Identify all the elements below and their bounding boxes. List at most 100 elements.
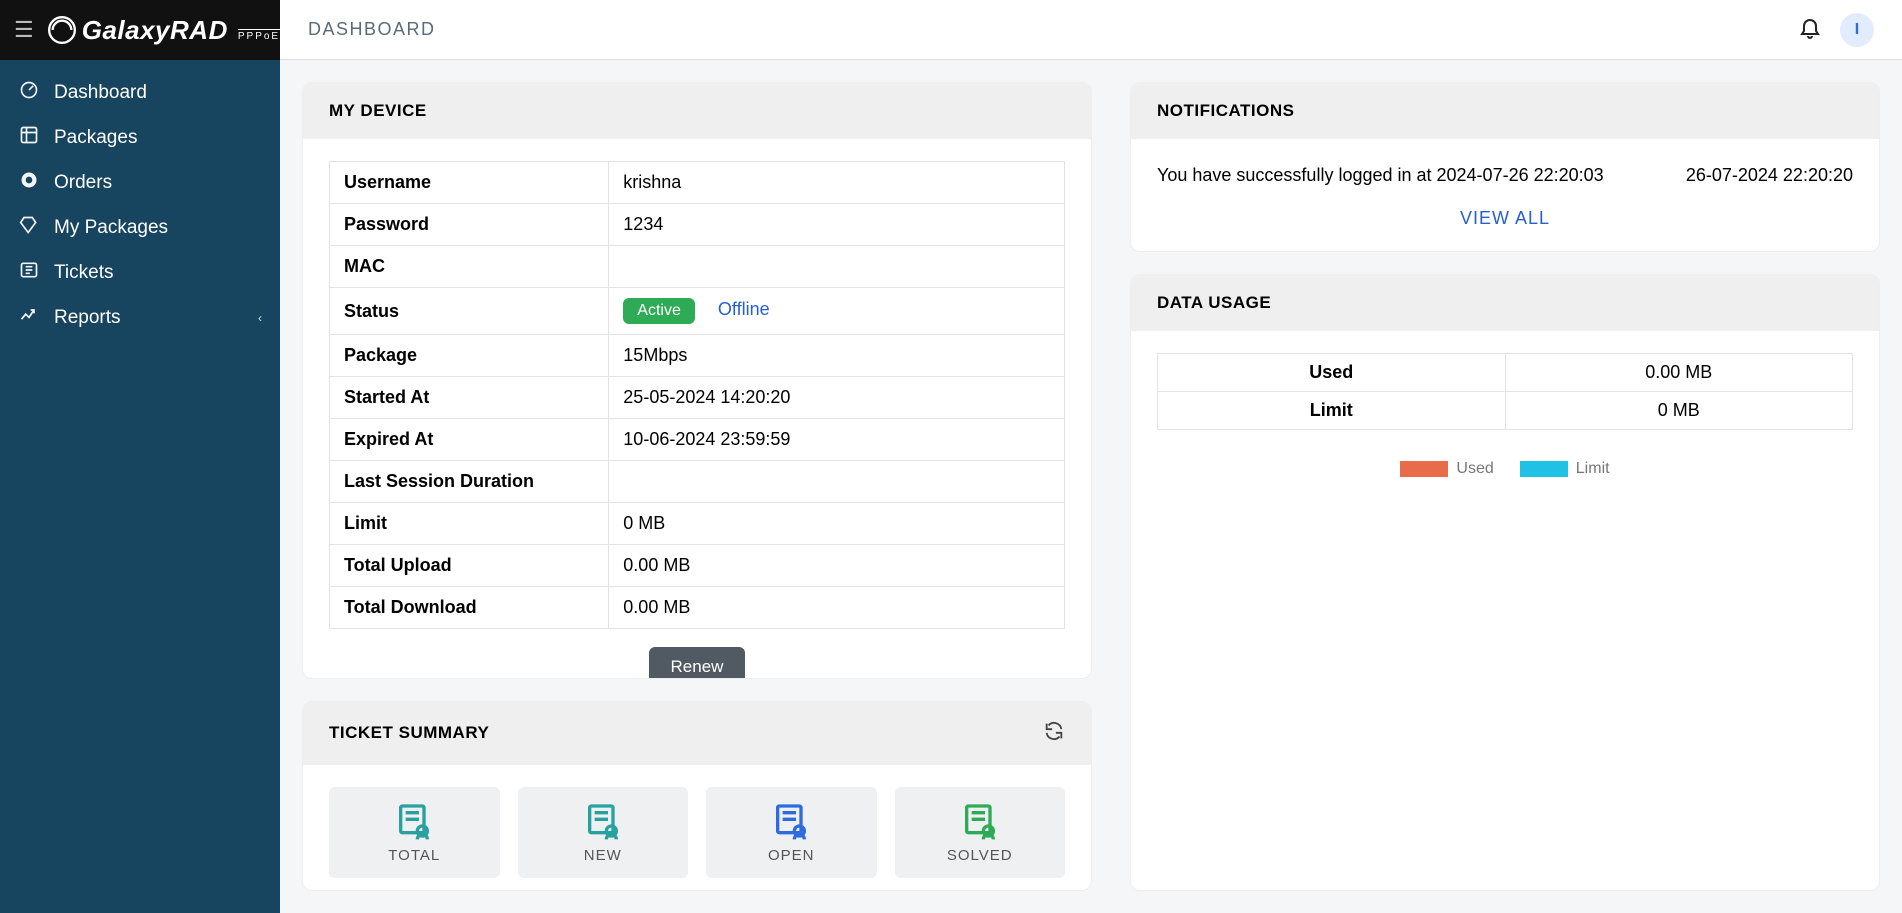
card-title: MY DEVICE bbox=[329, 101, 427, 121]
card-title: DATA USAGE bbox=[1157, 293, 1271, 313]
ticket-tile-label: TOTAL bbox=[388, 847, 440, 864]
card-title: TICKET SUMMARY bbox=[329, 723, 489, 743]
legend-label: Used bbox=[1456, 460, 1493, 478]
sidebar-item-reports[interactable]: Reports ‹ bbox=[0, 295, 280, 340]
card-data-usage: DATA USAGE Used0.00 MB Limit0 MB Used bbox=[1130, 274, 1880, 891]
device-row-value: 0.00 MB bbox=[609, 545, 1065, 587]
topbar-right: I bbox=[1798, 13, 1874, 47]
card-header-notifications: NOTIFICATIONS bbox=[1131, 83, 1879, 139]
chart-icon bbox=[18, 305, 40, 330]
left-column: MY DEVICE Usernamekrishna Password1234 M… bbox=[302, 82, 1092, 891]
usage-row-value: 0 MB bbox=[1505, 392, 1853, 430]
device-row-label: Password bbox=[330, 204, 609, 246]
ticket-icon bbox=[18, 260, 40, 285]
ticket-tile-label: NEW bbox=[584, 847, 622, 864]
sidebar-item-packages[interactable]: Packages bbox=[0, 115, 280, 160]
notification-time: 26-07-2024 22:20:20 bbox=[1686, 165, 1853, 186]
sidebar-item-label: Packages bbox=[54, 127, 137, 149]
usage-table: Used0.00 MB Limit0 MB bbox=[1157, 353, 1853, 430]
bell-icon[interactable] bbox=[1798, 15, 1822, 45]
offline-link[interactable]: Offline bbox=[718, 299, 770, 319]
swatch-used bbox=[1400, 461, 1448, 477]
device-row-label: Expired At bbox=[330, 419, 609, 461]
renew-button[interactable]: Renew bbox=[649, 647, 746, 679]
card-notifications: NOTIFICATIONS You have successfully logg… bbox=[1130, 82, 1880, 252]
brand-bar: ☰ GalaxyRAD PPPoE bbox=[0, 0, 280, 60]
document-user-icon bbox=[394, 801, 434, 841]
device-row-value-status: Active Offline bbox=[609, 288, 1065, 335]
avatar-initial: I bbox=[1855, 21, 1859, 39]
ticket-tile-open[interactable]: OPEN bbox=[706, 787, 877, 878]
sidebar-nav: Dashboard Packages Orders My Packages Ti… bbox=[0, 60, 280, 340]
logo-text: GalaxyRAD bbox=[82, 15, 228, 46]
ticket-tile-new[interactable]: NEW bbox=[518, 787, 689, 878]
main: DASHBOARD I MY DEVICE Usernamekrishna Pa… bbox=[280, 0, 1902, 913]
ticket-tile-total[interactable]: TOTAL bbox=[329, 787, 500, 878]
legend-item-used: Used bbox=[1400, 460, 1493, 478]
sidebar-item-orders[interactable]: Orders bbox=[0, 160, 280, 205]
logo-subtext: PPPoE bbox=[238, 29, 280, 42]
device-row-value: 0 MB bbox=[609, 503, 1065, 545]
card-header-my-device: MY DEVICE bbox=[303, 83, 1091, 139]
avatar[interactable]: I bbox=[1840, 13, 1874, 47]
legend-label: Limit bbox=[1576, 460, 1610, 478]
device-row-label: Total Upload bbox=[330, 545, 609, 587]
document-user-icon bbox=[960, 801, 1000, 841]
ticket-tile-label: OPEN bbox=[768, 847, 815, 864]
refresh-icon[interactable] bbox=[1043, 720, 1065, 747]
cart-icon bbox=[18, 170, 40, 195]
device-row-label: Status bbox=[330, 288, 609, 335]
card-body-data-usage: Used0.00 MB Limit0 MB Used Limit bbox=[1131, 331, 1879, 500]
card-title: NOTIFICATIONS bbox=[1157, 101, 1294, 121]
device-row-label: Limit bbox=[330, 503, 609, 545]
sidebar-item-dashboard[interactable]: Dashboard bbox=[0, 70, 280, 115]
usage-legend: Used Limit bbox=[1157, 460, 1853, 478]
topbar: DASHBOARD I bbox=[280, 0, 1902, 60]
card-ticket-summary: TICKET SUMMARY TOTAL NEW bbox=[302, 701, 1092, 891]
card-body-my-device: Usernamekrishna Password1234 MAC Status … bbox=[303, 139, 1091, 679]
device-row-value: 15Mbps bbox=[609, 335, 1065, 377]
device-row-label: Package bbox=[330, 335, 609, 377]
ticket-tile-solved[interactable]: SOLVED bbox=[895, 787, 1066, 878]
usage-row-value: 0.00 MB bbox=[1505, 354, 1853, 392]
right-column: NOTIFICATIONS You have successfully logg… bbox=[1130, 82, 1880, 891]
device-row-label: Total Download bbox=[330, 587, 609, 629]
device-row-value bbox=[609, 246, 1065, 288]
device-row-label: MAC bbox=[330, 246, 609, 288]
legend-item-limit: Limit bbox=[1520, 460, 1610, 478]
page-title: DASHBOARD bbox=[308, 19, 436, 40]
chevron-left-icon: ‹ bbox=[258, 311, 262, 325]
device-row-label: Username bbox=[330, 162, 609, 204]
ticket-summary-grid: TOTAL NEW OPEN SOLVED bbox=[329, 787, 1065, 878]
sidebar-item-label: Dashboard bbox=[54, 82, 147, 104]
sidebar-item-tickets[interactable]: Tickets bbox=[0, 250, 280, 295]
notification-text: You have successfully logged in at 2024-… bbox=[1157, 165, 1604, 186]
logo[interactable]: GalaxyRAD PPPoE bbox=[48, 15, 280, 46]
document-user-icon bbox=[583, 801, 623, 841]
usage-row-label: Limit bbox=[1158, 392, 1506, 430]
card-body-notifications: You have successfully logged in at 2024-… bbox=[1131, 139, 1879, 251]
device-row-value: 0.00 MB bbox=[609, 587, 1065, 629]
menu-toggle-icon[interactable]: ☰ bbox=[14, 17, 34, 43]
status-badge: Active bbox=[623, 298, 695, 324]
sidebar: ☰ GalaxyRAD PPPoE Dashboard Packages Ord… bbox=[0, 0, 280, 913]
card-my-device: MY DEVICE Usernamekrishna Password1234 M… bbox=[302, 82, 1092, 679]
swatch-limit bbox=[1520, 461, 1568, 477]
device-row-label: Started At bbox=[330, 377, 609, 419]
device-row-value bbox=[609, 461, 1065, 503]
device-row-value: krishna bbox=[609, 162, 1065, 204]
sidebar-item-label: Reports bbox=[54, 307, 121, 329]
document-user-icon bbox=[771, 801, 811, 841]
device-row-value: 10-06-2024 23:59:59 bbox=[609, 419, 1065, 461]
mypackages-icon bbox=[18, 215, 40, 240]
sidebar-item-label: Orders bbox=[54, 172, 112, 194]
sidebar-item-my-packages[interactable]: My Packages bbox=[0, 205, 280, 250]
device-row-label: Last Session Duration bbox=[330, 461, 609, 503]
device-row-value: 1234 bbox=[609, 204, 1065, 246]
device-table: Usernamekrishna Password1234 MAC Status … bbox=[329, 161, 1065, 629]
view-all-link[interactable]: VIEW ALL bbox=[1157, 208, 1853, 229]
usage-row-label: Used bbox=[1158, 354, 1506, 392]
sidebar-item-label: Tickets bbox=[54, 262, 113, 284]
boxes-icon bbox=[18, 125, 40, 150]
content: MY DEVICE Usernamekrishna Password1234 M… bbox=[280, 60, 1902, 913]
